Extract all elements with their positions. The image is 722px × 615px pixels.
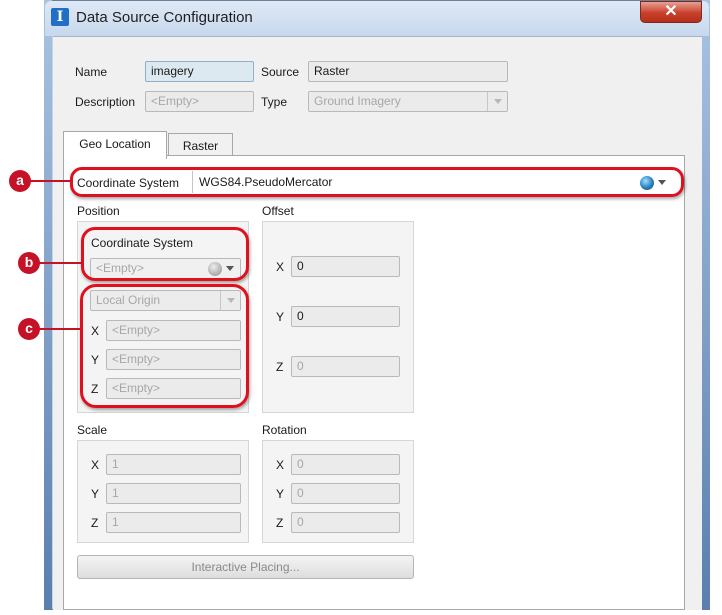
rotation-z-label: Z <box>276 516 284 530</box>
chevron-down-icon <box>494 99 502 104</box>
rotation-z-input[interactable]: 0 <box>291 512 400 533</box>
source-field: Raster <box>308 61 508 82</box>
rotation-y-input[interactable]: 0 <box>291 483 400 504</box>
offset-z-label: Z <box>276 360 284 374</box>
window-title: Data Source Configuration <box>76 9 253 26</box>
description-label: Description <box>75 95 136 109</box>
description-input[interactable]: <Empty> <box>145 91 254 112</box>
position-label: Position <box>77 204 120 218</box>
scale-z-label: Z <box>91 516 99 530</box>
scale-x-input[interactable]: 1 <box>106 454 241 475</box>
rotation-x-input[interactable]: 0 <box>291 454 400 475</box>
highlight-a <box>70 167 684 197</box>
type-select-value: Ground Imagery <box>314 94 401 108</box>
offset-z-input[interactable]: 0 <box>291 356 400 377</box>
scale-y-label: Y <box>91 487 100 501</box>
callout-c: c <box>18 318 40 340</box>
type-select[interactable]: Ground Imagery <box>308 91 508 112</box>
scale-z-input[interactable]: 1 <box>106 512 241 533</box>
window-border-right <box>702 0 710 610</box>
scale-label: Scale <box>77 423 108 437</box>
interactive-placing-button[interactable]: Interactive Placing... <box>77 555 414 579</box>
offset-y-label: Y <box>276 310 285 324</box>
name-label: Name <box>75 65 108 79</box>
scale-y-input[interactable]: 1 <box>106 483 241 504</box>
rotation-label: Rotation <box>262 423 307 437</box>
callout-b: b <box>18 252 40 274</box>
highlight-c <box>80 284 249 408</box>
source-label: Source <box>261 65 300 79</box>
window-border-left <box>44 0 52 610</box>
highlight-b <box>81 227 249 281</box>
close-button[interactable]: ✕ <box>640 1 702 23</box>
app-logo-icon: I <box>51 8 69 26</box>
name-input[interactable]: imagery <box>145 61 254 82</box>
offset-y-input[interactable]: 0 <box>291 306 400 327</box>
callout-a: a <box>9 170 31 192</box>
offset-x-input[interactable]: 0 <box>291 256 400 277</box>
rotation-y-label: Y <box>276 487 285 501</box>
rotation-x-label: X <box>276 458 285 472</box>
callout-line-a <box>27 180 71 182</box>
offset-x-label: X <box>276 260 285 274</box>
tab-geo-location[interactable]: Geo Location <box>63 131 167 159</box>
type-label: Type <box>261 95 288 109</box>
offset-label: Offset <box>262 204 294 218</box>
scale-x-label: X <box>91 458 100 472</box>
type-dropdown-button[interactable] <box>487 92 507 111</box>
